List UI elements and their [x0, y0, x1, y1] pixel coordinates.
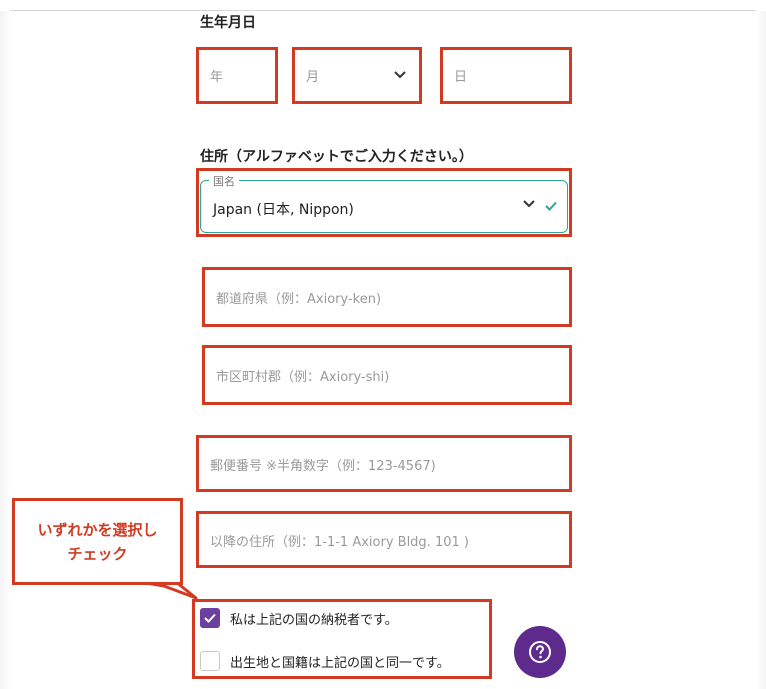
help-button[interactable] — [514, 626, 566, 678]
callout-pointer — [138, 580, 198, 600]
annotation-callout: いずれかを選択し チェック — [12, 498, 183, 585]
callout-line-2: チェック — [67, 544, 128, 563]
callout-line-1: いずれかを選択し — [37, 520, 158, 539]
annotation-box-checkboxes — [192, 599, 492, 679]
question-icon — [529, 641, 551, 663]
